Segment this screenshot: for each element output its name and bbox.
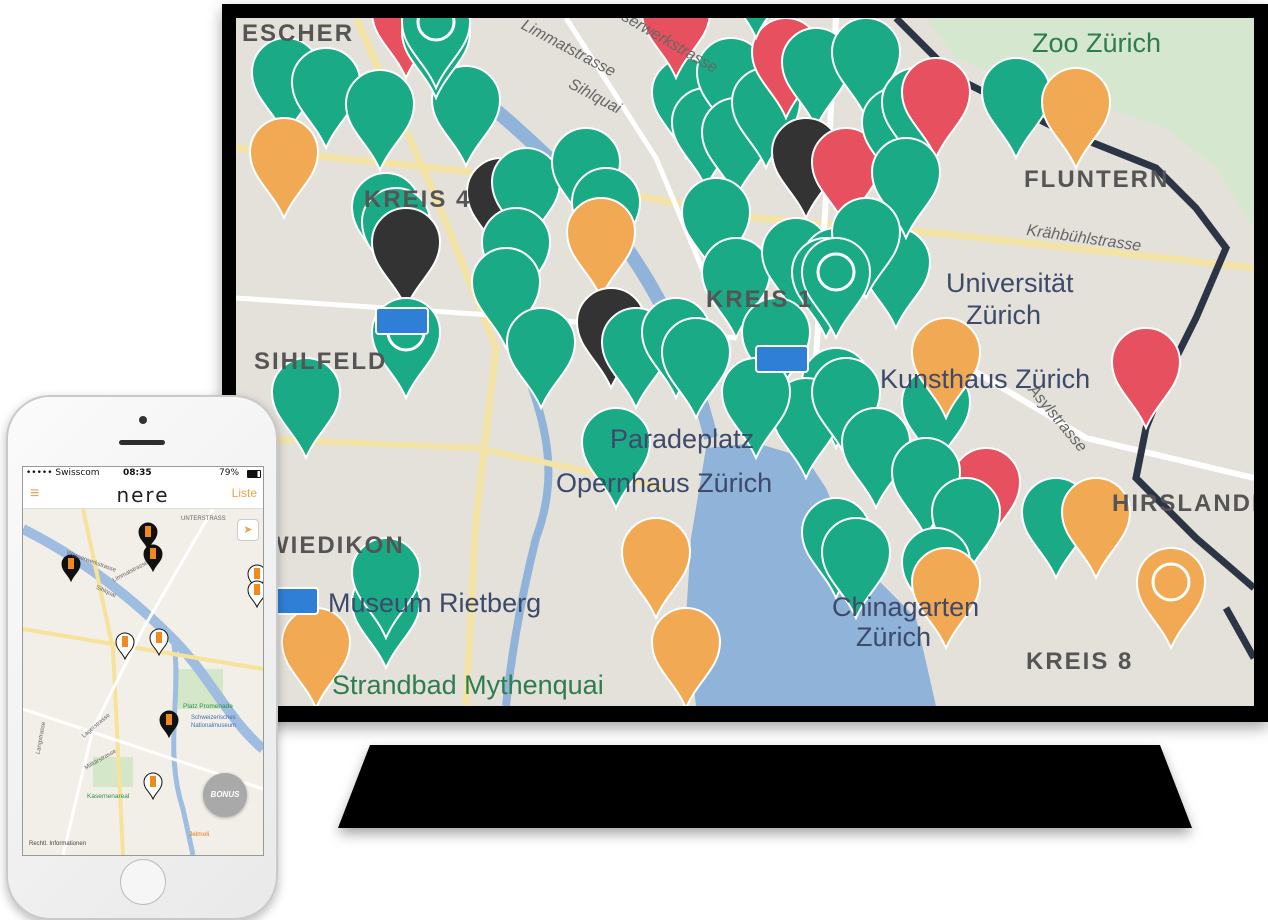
battery-level-icon bbox=[68, 558, 74, 569]
paradeplatz-label: Paradeplatz bbox=[610, 424, 755, 454]
kreis8-label: KREIS 8 bbox=[1026, 648, 1134, 675]
escher-label: ESCHER bbox=[242, 20, 355, 47]
wiedikon-label: WIEDIKON bbox=[266, 532, 405, 559]
locate-button[interactable]: ➤ bbox=[237, 519, 259, 541]
phone-screen: ••••• Swisscom 08:35 79% ≡ nere Liste UN… bbox=[22, 466, 264, 856]
hirslanden-label: HIRSLANDEN bbox=[1112, 490, 1254, 517]
clock-label: 08:35 bbox=[123, 468, 152, 478]
smartphone: ••••• Swisscom 08:35 79% ≡ nere Liste UN… bbox=[6, 395, 278, 920]
front-camera bbox=[139, 416, 147, 424]
fluntern-label: FLUNTERN bbox=[1024, 166, 1170, 193]
map-view[interactable]: Zoo Zürich FLUNTERN KREIS 4 SIHLFELD Uni… bbox=[236, 18, 1254, 706]
unterstrass-label: UNTERSTRASS bbox=[181, 516, 226, 522]
museum-label-2: Nationalmuseum bbox=[191, 723, 237, 729]
earpiece-speaker bbox=[119, 440, 165, 445]
kreis4-label: KREIS 4 bbox=[364, 186, 472, 213]
app-header: ≡ nere Liste bbox=[23, 480, 263, 509]
battery-charger-icon[interactable] bbox=[755, 345, 809, 373]
status-bar: ••••• Swisscom 08:35 79% bbox=[23, 467, 263, 480]
mythenquai-label: Strandbad Mythenquai bbox=[332, 670, 604, 700]
battery-level-icon bbox=[150, 776, 156, 787]
battery-level-icon bbox=[145, 526, 151, 537]
battery-level-icon bbox=[166, 714, 172, 725]
universitat-label-1: Universität bbox=[946, 268, 1074, 298]
kreis1-label: KREIS 1 bbox=[706, 286, 814, 313]
opernhaus-label: Opernhaus Zürich bbox=[556, 468, 773, 498]
battery-charger-icon[interactable] bbox=[375, 307, 429, 335]
battery-level-icon bbox=[122, 636, 128, 647]
battery-level-icon bbox=[254, 568, 260, 579]
museum-label-1: Schweizerisches bbox=[191, 715, 236, 721]
universitat-label-2: Zürich bbox=[966, 300, 1042, 330]
app-logo: nere bbox=[116, 483, 170, 507]
kunsthaus-label: Kunsthaus Zürich bbox=[880, 364, 1091, 394]
carrier-label: ••••• Swisscom bbox=[26, 468, 100, 478]
monitor-frame: Zoo Zürich FLUNTERN KREIS 4 SIHLFELD Uni… bbox=[222, 4, 1268, 722]
battery-level-icon bbox=[156, 632, 162, 643]
chinagarten-label-1: Chinagarten bbox=[832, 592, 980, 622]
sihlfeld-label: SIHLFELD bbox=[254, 348, 388, 375]
zoo-label: Zoo Zürich bbox=[1032, 28, 1162, 58]
battery-level-icon bbox=[254, 584, 260, 595]
list-view-link[interactable]: Liste bbox=[232, 486, 257, 500]
rietberg-label: Museum Rietberg bbox=[328, 588, 542, 618]
kasernenareal-label: Kasernenareal bbox=[87, 793, 130, 800]
bonus-button[interactable]: BONUS bbox=[203, 773, 247, 817]
battery-icon bbox=[247, 470, 261, 478]
jelmoli-label: Jelmoli bbox=[189, 831, 210, 838]
monitor-stand bbox=[338, 745, 1192, 828]
navigation-arrow-icon: ➤ bbox=[243, 524, 253, 536]
home-button[interactable] bbox=[120, 859, 166, 905]
chinagarten-label-2: Zürich bbox=[856, 622, 932, 652]
platz-promenade-label: Platz Promenade bbox=[183, 703, 233, 710]
battery-percent: 79% bbox=[219, 468, 240, 478]
legal-info-link[interactable]: Rechtl. Informationen bbox=[29, 841, 86, 847]
battery-level-icon bbox=[150, 548, 156, 559]
